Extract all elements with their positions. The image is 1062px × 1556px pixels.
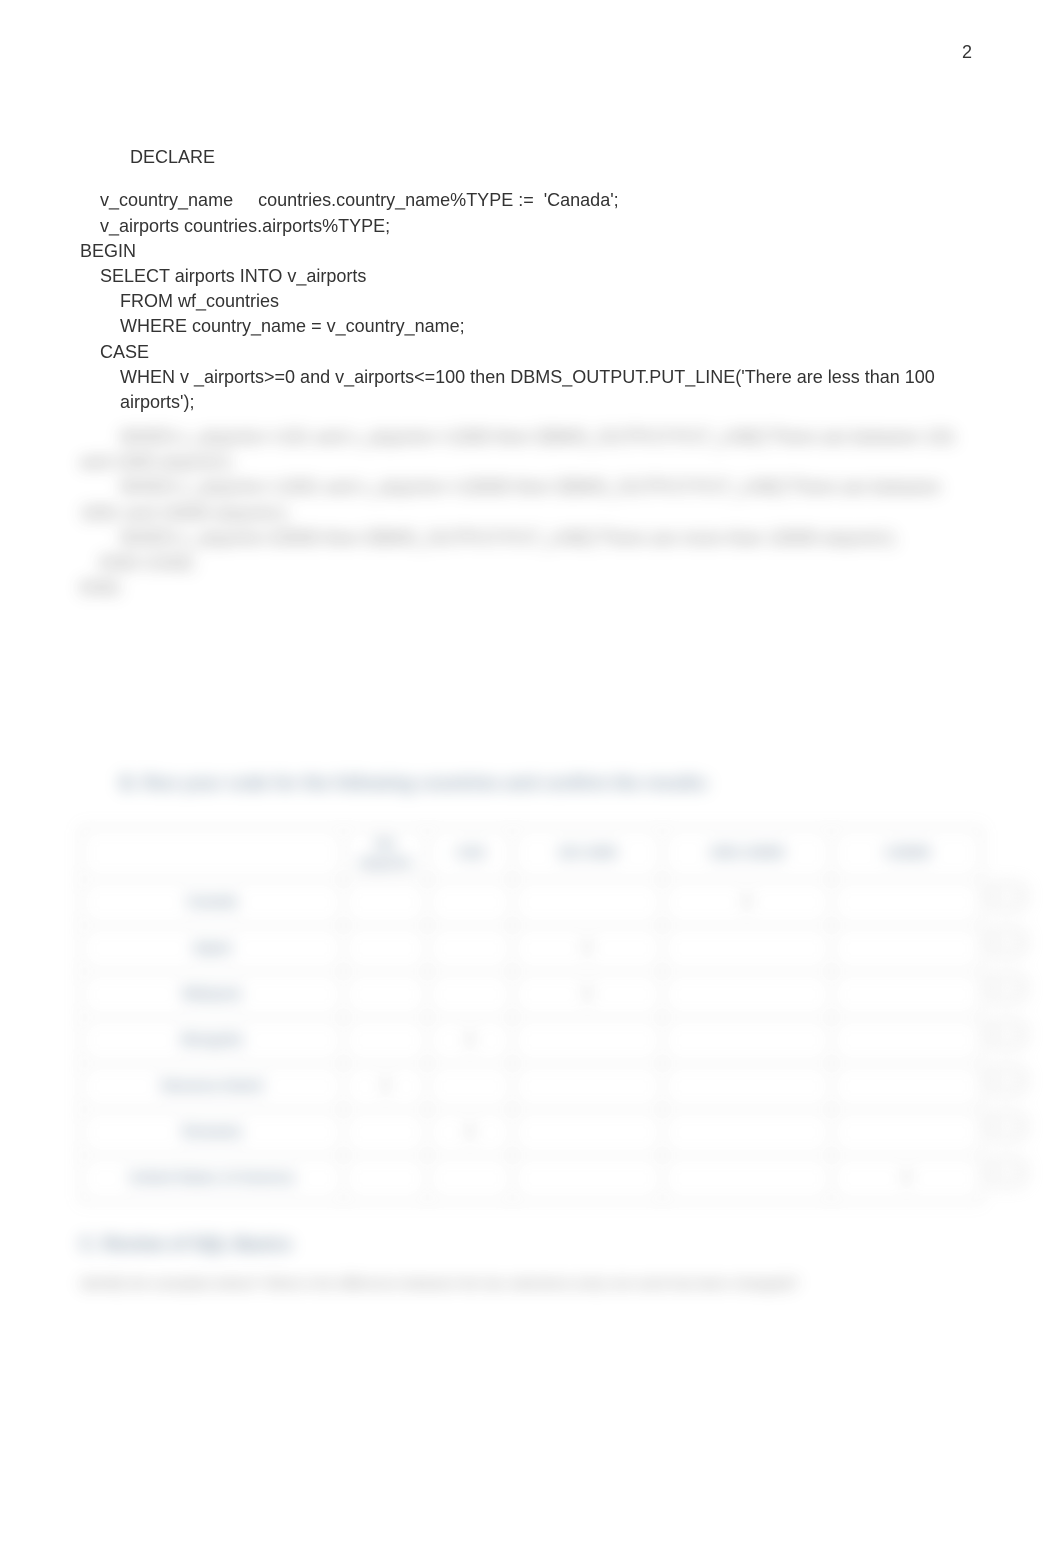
row-label: Romania [81, 1109, 344, 1155]
table-row: Mongolia X [81, 1017, 982, 1063]
row-label: Japan [81, 925, 344, 971]
table-header-cell: <101 [428, 827, 512, 879]
table-cell [831, 1017, 981, 1063]
table-row: Canada X [81, 879, 982, 925]
table-row: Malaysia X [81, 971, 982, 1017]
blurred-code-line: WHEN v_airports>=101 and v_airports<=100… [80, 425, 982, 475]
code-line: v_country_name countries.country_name%TY… [80, 188, 982, 213]
blurred-code-line: WHEN v_airports>10000 then DBMS_OUTPUT.P… [80, 526, 982, 551]
table-cell [512, 1155, 662, 1201]
side-mark [990, 1159, 1026, 1185]
table-cell [831, 971, 981, 1017]
code-line: WHERE country_name = v_country_name; [80, 314, 982, 339]
section-c-heading: C. Review of SQL Basics [80, 1232, 982, 1257]
table-cell: X [428, 1109, 512, 1155]
table-header-cell: No airports [343, 827, 427, 879]
table-cell [428, 925, 512, 971]
blurred-code-continuation: WHEN v_airports>=101 and v_airports<=100… [80, 425, 982, 601]
row-label: United States of America [81, 1155, 344, 1201]
blurred-code-line: WHEN v_airports>=1001 and v_airports<=10… [80, 475, 982, 525]
row-label: Navassa Island [81, 1063, 344, 1109]
table-cell [343, 1155, 427, 1201]
table-cell: X [428, 1017, 512, 1063]
code-line: SELECT airports INTO v_airports [80, 264, 982, 289]
side-mark [990, 929, 1026, 955]
table-cell [343, 1017, 427, 1063]
code-line: FROM wf_countries [80, 289, 982, 314]
table-row: Japan X [81, 925, 982, 971]
code-line: BEGIN [80, 239, 982, 264]
table-cell [831, 1063, 981, 1109]
table-cell [428, 971, 512, 1017]
section-b-heading: B. Run your code for the following count… [120, 771, 982, 796]
blurred-paragraph: Identify the examples below? What is the… [80, 1273, 982, 1294]
table-cell [428, 879, 512, 925]
table-cell [512, 1109, 662, 1155]
table-cell [831, 1109, 981, 1155]
table-cell [662, 1109, 831, 1155]
table-cell [343, 1109, 427, 1155]
table-cell [343, 925, 427, 971]
table-cell [512, 1063, 662, 1109]
blurred-code-line: END CASE; [80, 551, 982, 576]
row-label: Mongolia [81, 1017, 344, 1063]
table-cell: X [512, 925, 662, 971]
blurred-code-line: END; [80, 576, 982, 601]
table-cell [512, 1017, 662, 1063]
table-header-cell [81, 827, 344, 879]
row-label: Canada [81, 879, 344, 925]
table-cell [512, 879, 662, 925]
table-cell [831, 879, 981, 925]
table-cell: X [512, 971, 662, 1017]
side-mark [990, 1021, 1026, 1047]
side-mark [990, 1067, 1026, 1093]
table-cell [662, 971, 831, 1017]
table-cell: X [343, 1063, 427, 1109]
blurred-results-table: No airports<101101-10001001-10000>10000 … [80, 827, 982, 1202]
table-cell [662, 925, 831, 971]
table-cell: X [831, 1155, 981, 1201]
table-cell: X [662, 879, 831, 925]
table-header-cell: 1001-10000 [662, 827, 831, 879]
table-row: Romania X [81, 1109, 982, 1155]
side-mark [990, 883, 1026, 909]
side-mark [990, 975, 1026, 1001]
side-mark [990, 1113, 1026, 1139]
code-line: WHEN v _airports>=0 and v_airports<=100 … [80, 365, 982, 415]
code-line: v_airports countries.airports%TYPE; [80, 214, 982, 239]
table-cell [428, 1155, 512, 1201]
table-row: United States of America X [81, 1155, 982, 1201]
table-cell [343, 879, 427, 925]
table-cell [831, 925, 981, 971]
code-line: CASE [80, 340, 982, 365]
plsql-code-block: v_country_name countries.country_name%TY… [80, 188, 982, 415]
table-cell [343, 971, 427, 1017]
table-cell [662, 1063, 831, 1109]
page-number: 2 [80, 40, 982, 65]
table-cell [662, 1155, 831, 1201]
row-label: Malaysia [81, 971, 344, 1017]
table-header-cell: 101-1000 [512, 827, 662, 879]
table-cell [662, 1017, 831, 1063]
table-header-cell: >10000 [831, 827, 981, 879]
table-row: Navassa IslandX [81, 1063, 982, 1109]
table-cell [428, 1063, 512, 1109]
declare-keyword: DECLARE [130, 145, 982, 170]
